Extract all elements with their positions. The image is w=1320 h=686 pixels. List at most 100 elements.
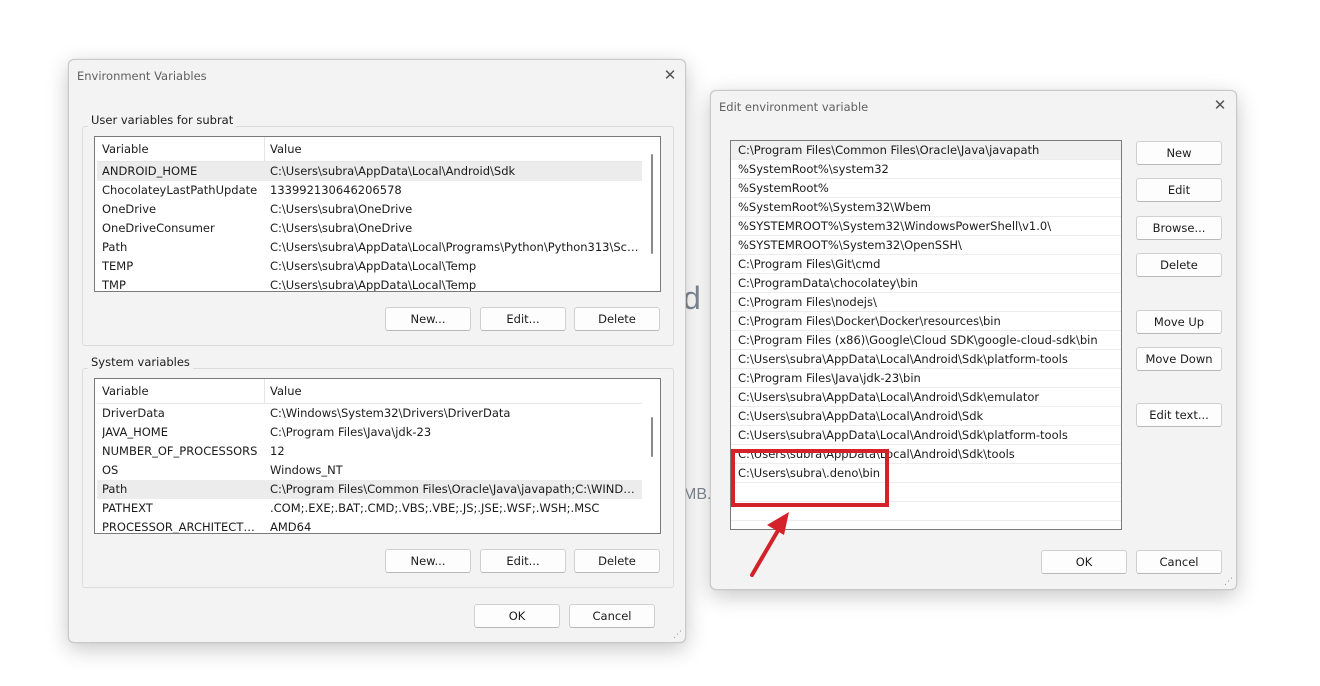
dialog-title: Edit environment variable [719,100,869,114]
variable-value: C:\Users\subra\OneDrive [270,221,413,235]
table-row[interactable]: OS Windows_NT [97,461,642,480]
close-icon[interactable]: ✕ [661,66,679,84]
variable-name: TMP [102,278,126,292]
path-entry[interactable]: C:\Program Files\Git\cmd [731,255,1121,274]
new-button[interactable]: New [1136,141,1222,165]
user-delete-button[interactable]: Delete [574,307,660,331]
system-edit-button[interactable]: Edit... [480,549,566,573]
dialog-title: Environment Variables [77,69,207,83]
path-entry[interactable]: C:\Program Files\Java\jdk-23\bin [731,369,1121,388]
table-row[interactable]: PATHEXT .COM;.EXE;.BAT;.CMD;.VBS;.VBE;.JS… [97,499,642,518]
path-entry[interactable]: C:\Program Files\Common Files\Oracle\Jav… [731,141,1121,160]
variable-name: OneDriveConsumer [102,221,215,235]
table-row[interactable]: Path C:\Program Files\Common Files\Oracle… [97,480,642,499]
path-entry[interactable]: C:\Users\subra\AppData\Local\Android\Sdk… [731,388,1121,407]
table-row[interactable]: PROCESSOR_ARCHITECTURE AMD64 [97,518,642,534]
path-entry[interactable]: C:\Program Files\Docker\Docker\resources… [731,312,1121,331]
system-delete-button[interactable]: Delete [574,549,660,573]
browse-button[interactable]: Browse... [1136,216,1222,240]
table-row[interactable]: DriverData C:\Windows\System32\Drivers\Dr… [97,404,642,423]
path-entry[interactable]: C:\Users\subra\AppData\Local\Android\Sdk… [731,426,1121,445]
column-header-variable[interactable]: Variable [97,137,265,161]
table-row[interactable]: NUMBER_OF_PROCESSORS 12 [97,442,642,461]
path-entry[interactable]: C:\ProgramData\chocolatey\bin [731,274,1121,293]
path-entry[interactable]: C:\Program Files\nodejs\ [731,293,1121,312]
edit-environment-variable-dialog: Edit environment variable ✕ C:\Program F… [710,90,1237,590]
resize-grip-icon[interactable]: ⋰ [673,630,683,640]
ok-button[interactable]: OK [474,604,560,628]
system-new-button[interactable]: New... [385,549,471,573]
path-entry[interactable]: %SystemRoot% [731,179,1121,198]
edit-text-button[interactable]: Edit text... [1136,403,1222,427]
scrollbar-thumb[interactable] [651,154,653,254]
ok-button[interactable]: OK [1041,550,1127,574]
system-variables-label: System variables [88,355,193,369]
path-entry[interactable]: C:\Users\subra\AppData\Local\Android\Sdk [731,407,1121,426]
path-entry[interactable]: %SystemRoot%\system32 [731,160,1121,179]
variable-value: Windows_NT [270,463,343,477]
table-row[interactable]: TEMP C:\Users\subra\AppData\Local\Temp [97,257,642,276]
path-entry[interactable]: C:\Users\subra\AppData\Local\Android\Sdk… [731,350,1121,369]
variable-value: C:\Program Files\Java\jdk-23 [270,425,432,439]
variable-name: PATHEXT [102,501,153,515]
user-variables-label: User variables for subrat [88,113,237,127]
move-down-button[interactable]: Move Down [1136,347,1222,371]
variable-value: .COM;.EXE;.BAT;.CMD;.VBS;.VBE;.JS;.JSE;.… [270,501,600,515]
scrollbar[interactable] [644,379,660,533]
table-row[interactable]: OneDriveConsumer C:\Users\subra\OneDrive [97,219,642,238]
column-header-variable[interactable]: Variable [97,379,265,403]
list-header: Variable Value [97,137,642,162]
user-variables-rows: ANDROID_HOME C:\Users\subra\AppData\Local… [97,162,642,292]
background-text-mb: MB. [683,486,712,503]
variable-value: C:\Users\subra\AppData\Local\Temp [270,278,477,292]
table-row[interactable]: TMP C:\Users\subra\AppData\Local\Temp [97,276,642,292]
variable-name: ChocolateyLastPathUpdate [102,183,258,197]
variable-value: C:\Users\subra\AppData\Local\Programs\Py… [270,240,640,254]
annotation-highlight-box [731,449,889,507]
variable-value: C:\Users\subra\AppData\Local\Android\Sdk [270,164,516,178]
delete-button[interactable]: Delete [1136,253,1222,277]
close-icon[interactable]: ✕ [1211,96,1229,114]
variable-value: AMD64 [270,520,312,534]
variable-name: OS [102,463,119,477]
move-up-button[interactable]: Move Up [1136,310,1222,334]
variable-name: JAVA_HOME [102,425,168,439]
table-row[interactable]: Path C:\Users\subra\AppData\Local\Program… [97,238,642,257]
user-edit-button[interactable]: Edit... [480,307,566,331]
system-variables-list[interactable]: Variable Value DriverData C:\Windows\Syst… [94,378,661,534]
resize-grip-icon[interactable]: ⋰ [1224,577,1234,587]
path-entry[interactable]: %SYSTEMROOT%\System32\OpenSSH\ [731,236,1121,255]
list-header: Variable Value [97,379,642,404]
variable-value: C:\Users\subra\AppData\Local\Temp [270,259,477,273]
path-entry[interactable]: C:\Program Files (x86)\Google\Cloud SDK\… [731,331,1121,350]
variable-name: Path [102,240,128,254]
path-entry[interactable]: %SYSTEMROOT%\System32\WindowsPowerShell\… [731,217,1121,236]
variable-name: DriverData [102,406,165,420]
table-row[interactable]: ChocolateyLastPathUpdate 1339921306462065… [97,181,642,200]
table-row[interactable]: ANDROID_HOME C:\Users\subra\AppData\Local… [97,162,642,181]
variable-name: Path [102,482,128,496]
variable-value: 133992130646206578 [270,183,402,197]
table-row[interactable]: OneDrive C:\Users\subra\OneDrive [97,200,642,219]
variable-value: C:\Program Files\Common Files\Oracle\Jav… [270,482,640,496]
edit-button[interactable]: Edit [1136,178,1222,202]
variable-name: TEMP [102,259,134,273]
variable-name: PROCESSOR_ARCHITECTURE [102,520,262,534]
scrollbar-thumb[interactable] [651,417,653,457]
column-header-value[interactable]: Value [265,137,643,161]
variable-name: OneDrive [102,202,157,216]
system-variables-rows: DriverData C:\Windows\System32\Drivers\Dr… [97,404,642,534]
variable-value: C:\Users\subra\OneDrive [270,202,413,216]
variable-name: NUMBER_OF_PROCESSORS [102,444,258,458]
user-variables-list[interactable]: Variable Value ANDROID_HOME C:\Users\subr… [94,136,661,292]
cancel-button[interactable]: Cancel [1136,550,1222,574]
environment-variables-dialog: Environment Variables ✕ User variables f… [68,59,686,643]
variable-value: C:\Windows\System32\Drivers\DriverData [270,406,511,420]
cancel-button[interactable]: Cancel [569,604,655,628]
column-header-value[interactable]: Value [265,379,643,403]
path-entry[interactable]: %SystemRoot%\System32\Wbem [731,198,1121,217]
user-new-button[interactable]: New... [385,307,471,331]
variable-value: 12 [270,444,285,458]
table-row[interactable]: JAVA_HOME C:\Program Files\Java\jdk-23 [97,423,642,442]
scrollbar[interactable] [644,137,660,291]
